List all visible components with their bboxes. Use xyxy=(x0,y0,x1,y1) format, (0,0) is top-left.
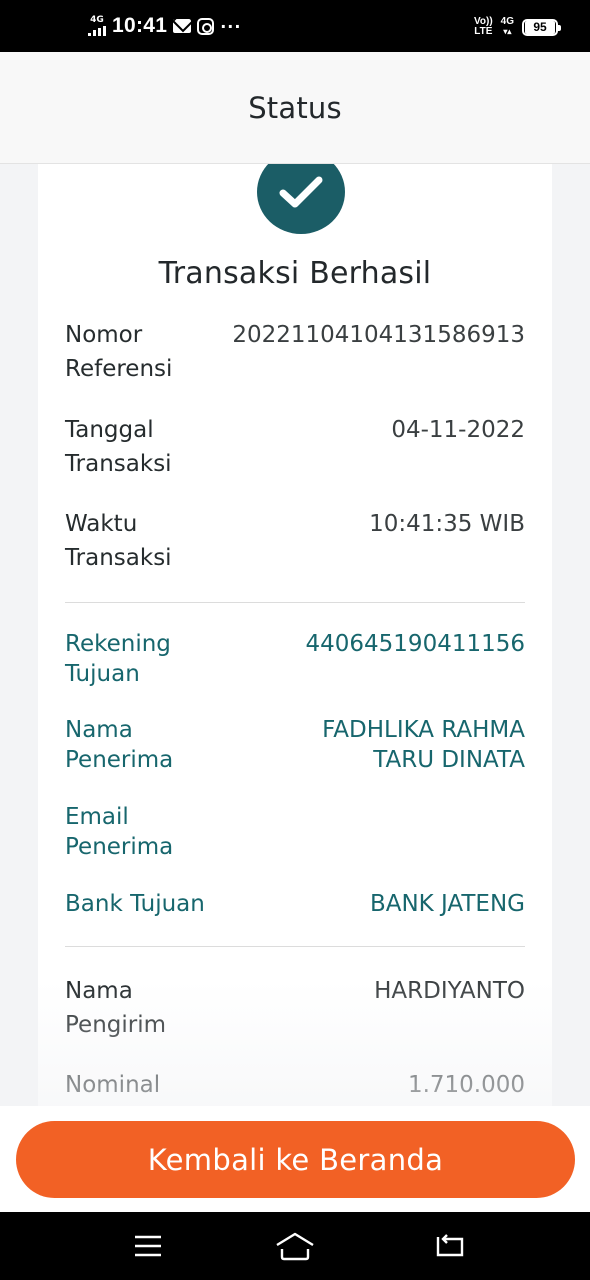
status-bar: 4G 10:41 ··· Vo)) LTE 4G ▾▴ 95 xyxy=(0,0,590,52)
row-label: Nomor Referensi xyxy=(65,322,173,382)
back-to-home-button[interactable]: Kembali ke Beranda xyxy=(16,1121,575,1198)
row-label: Nama Penerima xyxy=(65,717,174,773)
row-label: Bank Tujuan xyxy=(65,891,205,917)
divider xyxy=(65,946,525,947)
row-transaction-time: Waktu Transaksi 10:41:35 WIB xyxy=(65,507,525,575)
volte-icon: Vo)) LTE xyxy=(474,17,493,37)
receipt-title: Transaksi Berhasil xyxy=(158,256,432,291)
row-value: 10:41:35 WIB xyxy=(369,511,525,537)
row-label: Email Penerima xyxy=(65,804,174,860)
row-sender-name: Nama Pengirim HARDIYANTO xyxy=(65,974,525,1042)
clock: 10:41 xyxy=(112,14,168,37)
row-destination-account: Rekening Tujuan 440645190411156 xyxy=(65,629,525,689)
row-recipient-name: Nama Penerima FADHLIKA RAHMA TARU DINATA xyxy=(65,715,525,775)
row-label: Nominal xyxy=(65,1072,161,1098)
signal-label: 4G xyxy=(90,15,104,25)
network-icon: 4G ▾▴ xyxy=(500,16,514,37)
page-header: Status xyxy=(0,52,590,164)
divider xyxy=(65,602,525,603)
row-value: HARDIYANTO xyxy=(374,978,525,1004)
row-value: 1.710.000 xyxy=(407,1072,525,1098)
row-label: Rekening Tujuan xyxy=(65,631,171,687)
row-label: Nama Pengirim xyxy=(65,978,167,1038)
row-transaction-date: Tanggal Transaksi 04-11-2022 xyxy=(65,413,525,481)
row-value: 04-11-2022 xyxy=(391,417,525,443)
row-value: 440645190411156 xyxy=(305,631,526,657)
menu-icon[interactable] xyxy=(108,1212,188,1280)
bottom-action-bar: Kembali ke Beranda xyxy=(0,1106,590,1212)
page-title: Status xyxy=(248,90,342,125)
row-recipient-email: Email Penerima xyxy=(65,802,525,862)
network-label: 4G xyxy=(500,16,514,27)
volte-line2: LTE xyxy=(474,26,493,37)
back-icon[interactable] xyxy=(410,1212,490,1280)
row-value: BANK JATENG xyxy=(369,891,525,917)
row-label: Tanggal Transaksi xyxy=(65,417,172,477)
signal-icon: 4G xyxy=(88,16,106,36)
row-value: FADHLIKA RAHMA TARU DINATA xyxy=(322,717,525,773)
row-reference-number: Nomor Referensi 20221104104131586913 xyxy=(65,318,525,386)
receipt-card: Transaksi Berhasil Nomor Referensi 20221… xyxy=(38,150,552,1114)
more-notifications-icon: ··· xyxy=(220,16,242,36)
row-value: 20221104104131586913 xyxy=(232,322,525,348)
row-label: Waktu Transaksi xyxy=(65,511,172,571)
mail-notification-icon xyxy=(173,19,192,33)
system-nav-bar xyxy=(0,1212,590,1280)
instagram-notification-icon xyxy=(197,17,215,35)
row-value xyxy=(235,802,525,862)
battery-level: 95 xyxy=(525,20,555,34)
row-amount: Nominal 1.710.000 xyxy=(65,1068,525,1102)
battery-icon: 95 xyxy=(522,18,561,36)
home-icon[interactable] xyxy=(255,1212,335,1280)
row-destination-bank: Bank Tujuan BANK JATENG xyxy=(65,889,525,919)
